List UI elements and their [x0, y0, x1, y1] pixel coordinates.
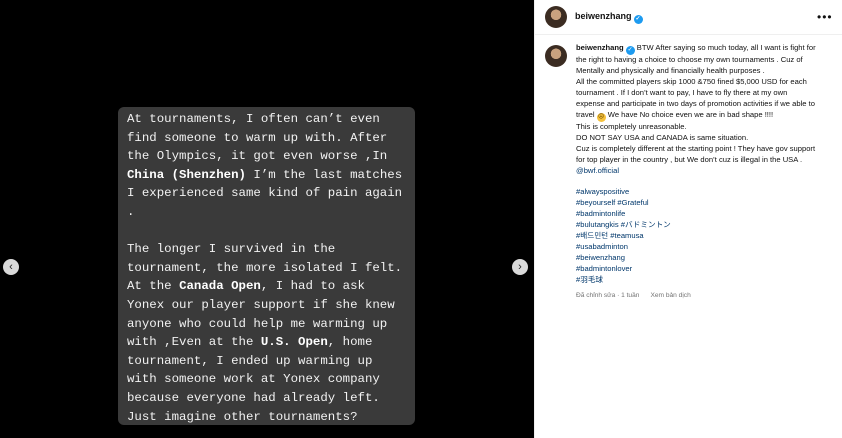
hashtag-link[interactable]: #beiwenzhang	[576, 253, 816, 264]
caption-line-gov-support: Cuz is completely different at the start…	[576, 143, 816, 164]
verified-badge-icon: ✓	[625, 46, 635, 55]
hashtag-link[interactable]: #bulutangkis #バドミントン	[576, 220, 816, 231]
verified-badge-icon: ✓	[633, 15, 643, 24]
header-username-link[interactable]: beiwenzhang	[575, 11, 632, 21]
story-text-card: At tournaments, I often can’t even find …	[118, 107, 415, 425]
story-bold-text: Canada Open	[179, 279, 261, 294]
previous-slide-button[interactable]: ‹	[3, 259, 19, 275]
hashtag-link[interactable]: #羽毛球	[576, 275, 816, 286]
caption-line-usa-canada: DO NOT SAY USA and CANADA is same situat…	[576, 132, 749, 142]
story-paragraph-1: At tournaments, I often can’t even find …	[127, 110, 407, 222]
more-options-icon[interactable]: •••	[817, 10, 833, 24]
caption-text: beiwenzhang ✓ BTW After saying so much to…	[576, 43, 816, 302]
caption-meta: Đã chỉnh sửa · 1 tuần Xem bản dịch	[576, 291, 816, 302]
caption-no-choice-text: We have No choice even we are in bad sha…	[605, 109, 774, 119]
next-slide-button[interactable]: ›	[512, 259, 528, 275]
see-translation-link[interactable]: Xem bản dịch	[650, 292, 690, 299]
caption-avatar[interactable]	[545, 45, 567, 67]
post-side-panel: beiwenzhang ✓ ••• beiwenzhang ✓ BTW After …	[534, 0, 842, 438]
hashtag-link[interactable]: #alwayspositive	[576, 187, 816, 198]
post-media: At tournaments, I often can’t even find …	[0, 0, 534, 438]
hashtag-link[interactable]: #badmintonlover	[576, 264, 816, 275]
story-bold-text: U.S. Open	[260, 335, 328, 350]
hashtag-link[interactable]: #usabadminton	[576, 242, 816, 253]
chevron-left-icon: ‹	[9, 260, 13, 273]
hashtag-link[interactable]: #배드민턴 #teamusa	[576, 231, 816, 242]
chevron-right-icon: ›	[518, 260, 522, 273]
hashtag-link[interactable]: #badmintonlife	[576, 209, 816, 220]
mention-link[interactable]: @bwf.official	[576, 166, 816, 177]
avatar[interactable]	[545, 6, 567, 28]
edited-timestamp: Đã chỉnh sửa · 1 tuần	[576, 292, 640, 300]
story-text: At tournaments, I often can’t even find …	[127, 112, 388, 164]
sad-face-emoji-icon: ☹	[596, 112, 606, 122]
hashtag-link[interactable]: #beyourself #Grateful	[576, 198, 816, 209]
story-paragraph-2: The longer I survived in the tournament,…	[127, 240, 407, 425]
caption-line-unreasonable: This is completely unreasonable.	[576, 121, 687, 131]
story-bold-text: China (Shenzhen)	[127, 167, 246, 182]
caption-username-link[interactable]: beiwenzhang	[576, 43, 624, 52]
post-header: beiwenzhang ✓ •••	[535, 0, 842, 35]
